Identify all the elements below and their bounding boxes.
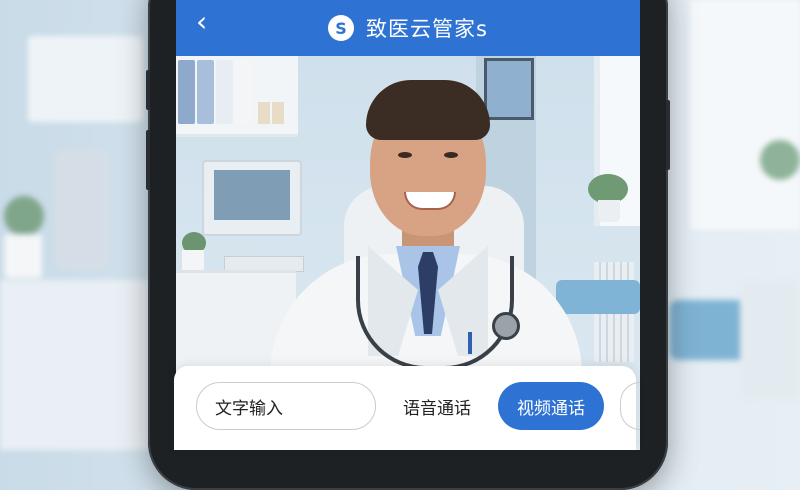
action-panel: 文字输入 语音通话 视频通话 [174,366,640,450]
page-title: 致医云管家s [366,17,488,41]
chevron-left-icon[interactable]: ‹ [196,8,207,36]
app-header: ‹ S 致医云管家s [176,0,640,56]
text-input-button[interactable]: 文字输入 [196,382,376,430]
phone-side-button [146,130,150,190]
video-call-button[interactable]: 视频通话 [498,382,604,430]
voice-call-button[interactable]: 语音通话 [392,382,482,430]
more-options-button[interactable] [620,382,640,430]
app-logo: S [328,15,355,41]
phone-side-button [146,70,150,110]
phone-power-button [666,100,670,170]
